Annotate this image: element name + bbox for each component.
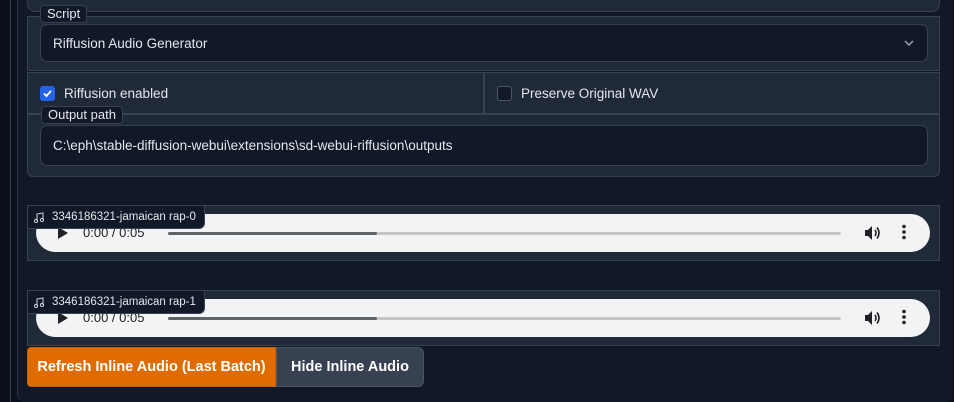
audio-label-text: 3346186321-jamaican rap-1 bbox=[52, 296, 196, 308]
audio-progress-track[interactable] bbox=[168, 317, 841, 320]
script-block: Riffusion Audio Generator bbox=[27, 16, 940, 71]
more-vertical-icon[interactable] bbox=[902, 224, 906, 240]
script-dropdown[interactable]: Riffusion Audio Generator bbox=[40, 24, 928, 62]
output-path-value: C:\eph\stable-diffusion-webui\extensions… bbox=[53, 138, 453, 153]
riffusion-enabled-checkbox[interactable] bbox=[40, 85, 55, 101]
output-path-input[interactable]: C:\eph\stable-diffusion-webui\extensions… bbox=[40, 125, 928, 166]
preserve-wav-checkbox[interactable] bbox=[497, 85, 512, 101]
output-path-label: Output path bbox=[41, 106, 123, 124]
preserve-wav-label: Preserve Original WAV bbox=[521, 85, 659, 101]
audio-label-text: 3346186321-jamaican rap-0 bbox=[52, 211, 196, 223]
audio-progress-track[interactable] bbox=[168, 232, 841, 235]
more-vertical-icon[interactable] bbox=[902, 309, 906, 325]
check-icon bbox=[43, 89, 52, 97]
volume-icon[interactable] bbox=[864, 310, 882, 326]
audio-label: 3346186321-jamaican rap-1 bbox=[28, 291, 205, 314]
audio-progress-fill bbox=[168, 317, 377, 320]
riffusion-enabled-label: Riffusion enabled bbox=[64, 85, 169, 101]
audio-progress-fill bbox=[168, 232, 377, 235]
music-note-icon bbox=[34, 211, 45, 223]
output-path-block: C:\eph\stable-diffusion-webui\extensions… bbox=[27, 114, 940, 177]
previous-block-edge bbox=[27, 0, 940, 12]
script-dropdown-value: Riffusion Audio Generator bbox=[53, 35, 208, 51]
preserve-wav-option[interactable]: Preserve Original WAV bbox=[484, 72, 940, 114]
audio-label: 3346186321-jamaican rap-0 bbox=[28, 206, 205, 229]
chevron-down-icon bbox=[904, 40, 914, 47]
music-note-icon bbox=[34, 296, 45, 308]
script-label: Script bbox=[40, 5, 88, 23]
audio-player-block-1: 0:00 / 0:05 3346186321-jamaican rap-1 bbox=[27, 290, 940, 346]
audio-player-block-0: 0:00 / 0:05 3346186321-jamaican rap-0 bbox=[27, 205, 940, 261]
refresh-inline-audio-button[interactable]: Refresh Inline Audio (Last Batch) bbox=[27, 347, 276, 387]
hide-inline-audio-button[interactable]: Hide Inline Audio bbox=[276, 347, 424, 387]
volume-icon[interactable] bbox=[864, 225, 882, 241]
left-rail bbox=[0, 0, 11, 402]
